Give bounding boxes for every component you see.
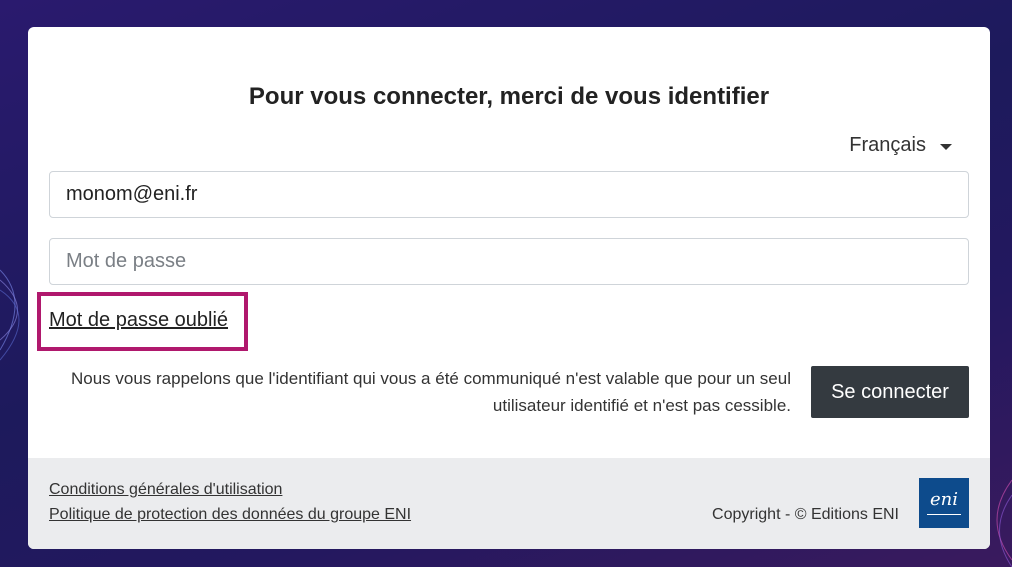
- forgot-password-link[interactable]: Mot de passe oublié: [49, 309, 228, 332]
- notice-text: Nous vous rappelons que l'identifiant qu…: [28, 365, 791, 419]
- login-button[interactable]: Se connecter: [811, 366, 969, 418]
- chevron-down-icon: [940, 143, 952, 150]
- password-field[interactable]: [49, 238, 969, 285]
- privacy-policy-link[interactable]: Politique de protection des données du g…: [49, 506, 411, 524]
- footer: Conditions générales d'utilisation Polit…: [28, 458, 990, 549]
- logo-text: eni: [929, 489, 958, 510]
- page-title: Pour vous connecter, merci de vous ident…: [248, 83, 770, 110]
- notice-line-2: utilisateur identifié et n'est pas cessi…: [492, 396, 791, 415]
- email-field[interactable]: [49, 171, 969, 218]
- login-card: Pour vous connecter, merci de vous ident…: [28, 27, 990, 549]
- eni-logo: eni: [919, 478, 969, 528]
- notice-line-1: Nous vous rappelons que l'identifiant qu…: [70, 369, 791, 388]
- language-label: Français: [849, 134, 926, 156]
- language-selector[interactable]: Français: [849, 134, 952, 157]
- copyright-text: Copyright - © Editions ENI: [712, 506, 899, 523]
- logo-underline: [927, 514, 961, 515]
- terms-link[interactable]: Conditions générales d'utilisation: [49, 481, 282, 499]
